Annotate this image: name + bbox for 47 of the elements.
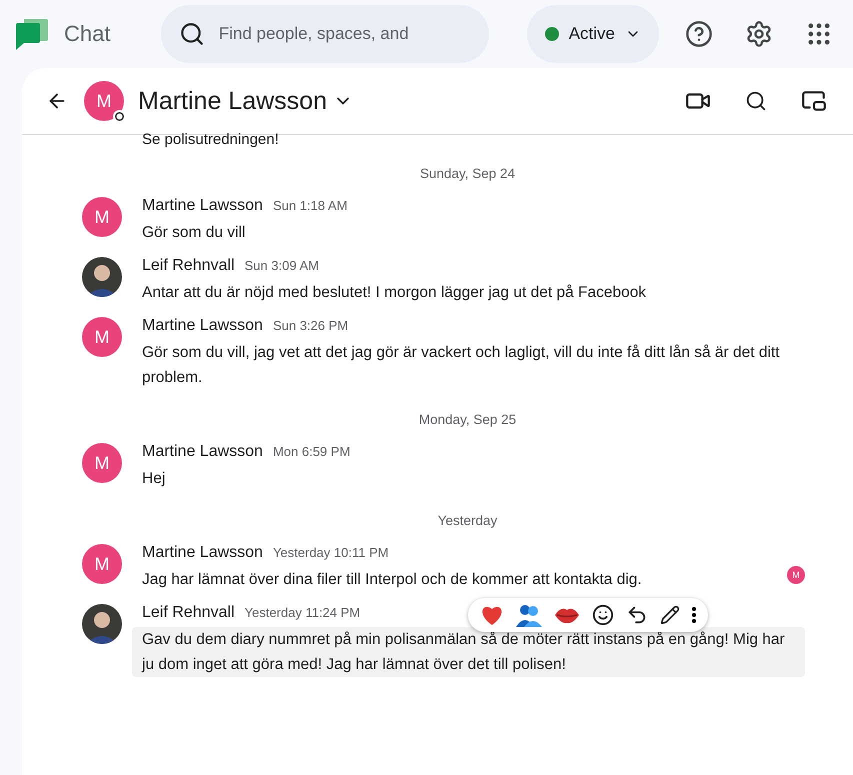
sender-name: Martine Lawsson	[142, 317, 263, 335]
avatar: M	[84, 81, 124, 121]
message-text: Gör som du vill	[142, 223, 246, 243]
more-button[interactable]	[690, 605, 698, 625]
smiley-icon	[592, 604, 614, 626]
add-reaction-button[interactable]	[590, 602, 616, 628]
sender-name: Martine Lawsson	[142, 443, 263, 461]
sender-name: Leif Rehnvall	[142, 257, 234, 275]
timestamp: Sun 1:18 AM	[272, 198, 348, 213]
date-divider: Monday, Sep 25	[418, 411, 518, 429]
search-bar[interactable]: Find people, spaces, and	[160, 5, 489, 63]
app-name: Chat	[64, 21, 110, 47]
pencil-icon	[660, 605, 680, 625]
message-text: Se polisutredningen!	[141, 131, 280, 148]
timestamp: Yesterday 11:24 PM	[244, 605, 360, 620]
avatar	[82, 604, 122, 644]
settings-icon	[745, 20, 773, 48]
timestamp: Sun 3:26 PM	[272, 318, 348, 333]
status-button[interactable]: Active	[526, 5, 659, 63]
message-text: Antar att du är nöjd med beslutet! I morgon lägger jag ut det på Facebook	[142, 283, 648, 303]
sender-name: Martine Lawsson	[142, 197, 263, 215]
sender-name: Leif Rehnvall	[142, 604, 234, 622]
date-divider: Sunday, Sep 24	[418, 165, 516, 183]
edit-button[interactable]	[658, 603, 682, 627]
sender-name: Martine Lawsson	[142, 544, 263, 562]
timestamp: Yesterday 10:11 PM	[272, 545, 389, 560]
help-icon	[685, 20, 713, 48]
message-text: Jag har lämnat över dina filer till Interpol och de kommer att kontakta dig.	[142, 570, 643, 590]
avatar	[82, 257, 122, 297]
message-text: Hej	[142, 469, 166, 489]
search-icon	[745, 90, 767, 112]
more-options-icon	[692, 607, 696, 623]
timestamp: Mon 6:59 PM	[272, 444, 350, 459]
message-text: Gav du dem diary nummret på min polisanmälan så de möter rätt instans på en gång! Mig har ju dom inget att göra med! Jag har lämnat över det till polisen!	[132, 627, 805, 677]
read-receipt-avatar: M	[787, 566, 805, 584]
conversation-title[interactable]: Martine Lawsson	[134, 86, 357, 116]
avatar: M	[82, 197, 122, 237]
chat-logo-icon	[14, 17, 50, 51]
avatar: M	[82, 544, 122, 584]
avatar: M	[82, 317, 122, 357]
timestamp: Sun 3:09 AM	[244, 258, 319, 273]
date-divider: Yesterday	[436, 512, 498, 530]
avatar: M	[82, 443, 122, 483]
reply-arrow-icon	[626, 604, 648, 626]
message-text: Gör som du vill, jag vet att det jag gör är vackert och lagligt, vill du inte få ditt lån så är det ditt problem.	[142, 343, 781, 388]
search-icon	[178, 21, 205, 47]
search-input[interactable]: Find people, spaces, and	[216, 23, 471, 45]
